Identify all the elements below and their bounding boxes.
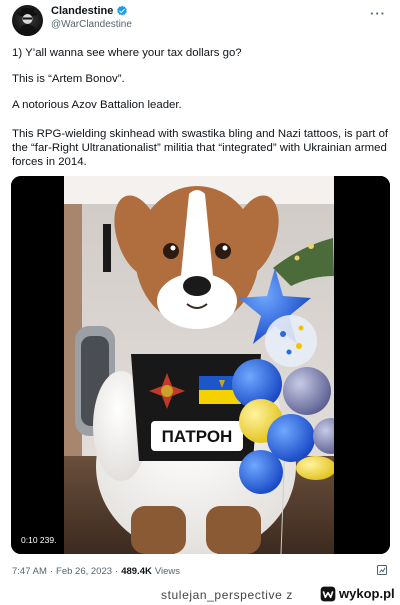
tweet-meta: 7:47 AM · Feb 26, 2023 · 489.4K Views <box>12 566 180 577</box>
views-count: 489.4K <box>121 566 152 577</box>
user-avatar[interactable] <box>12 5 43 36</box>
verified-badge-icon <box>117 5 128 16</box>
author-display-name[interactable]: Clandestine <box>51 5 113 17</box>
video-timestamp-badge: 0:10 239. <box>17 534 61 546</box>
tweet-paragraph: A notorious Azov Battalion leader. <box>12 99 182 111</box>
tweet-date[interactable]: Feb 26, 2023 <box>56 566 112 577</box>
tweet-video[interactable]: ПАТРОН 0:10 239. <box>11 176 390 554</box>
watermark-credit: stulejan_perspective z <box>161 588 293 602</box>
more-horizontal-icon[interactable]: ··· <box>370 6 386 21</box>
analytics-icon[interactable] <box>376 564 388 576</box>
tweet-time[interactable]: 7:47 AM <box>12 566 47 577</box>
views-label: Views <box>154 566 181 577</box>
tweet-paragraph: 1) Y’all wanna see where your tax dollar… <box>12 47 242 59</box>
tweet-paragraph: This RPG-wielding skinhead with swastika… <box>12 128 389 168</box>
author-handle[interactable]: @WarClandestine <box>51 19 132 30</box>
meta-separator: · <box>49 566 54 577</box>
meta-separator: · <box>115 566 119 577</box>
tweet-card: Clandestine @WarClandestine ··· 1) Y’all… <box>0 0 400 580</box>
wykop-logo-icon <box>320 586 336 602</box>
wykop-site-name[interactable]: wykop.pl <box>339 586 395 601</box>
tweet-paragraph: This is “Artem Bonov”. <box>12 73 125 85</box>
video-frame-illustration: ПАТРОН <box>11 176 390 554</box>
author-name-row: Clandestine <box>51 5 128 17</box>
vest-patch-text: ПАТРОН <box>162 427 233 446</box>
